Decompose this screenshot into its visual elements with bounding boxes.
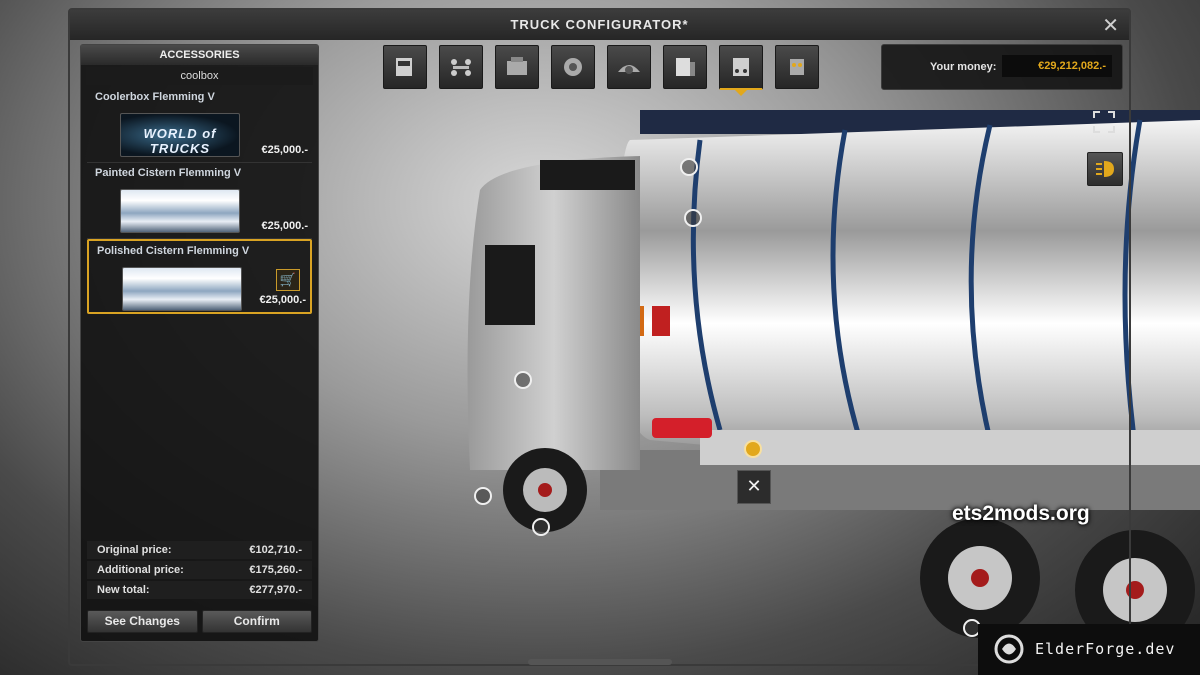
thumbnail-text: WORLD of TRUCKS [143, 126, 217, 156]
active-marker [735, 90, 747, 96]
transmission-icon[interactable] [551, 45, 595, 89]
accessory-title: Coolerbox Flemming V [95, 91, 215, 103]
hotspot[interactable] [680, 158, 698, 176]
window-title: TRUCK CONFIGURATOR* [510, 17, 689, 32]
cabin-icon[interactable] [383, 45, 427, 89]
engine-icon[interactable] [495, 45, 539, 89]
price-value: €175,260.- [249, 564, 302, 576]
action-buttons: See Changes Confirm [87, 610, 312, 633]
brand-logo-icon [994, 634, 1024, 664]
accessory-price: €25,000.- [261, 220, 308, 232]
paint-icon[interactable] [663, 45, 707, 89]
price-label: Additional price: [97, 564, 184, 576]
accessories-panel: ACCESSORIES coolbox Coolerbox Flemming V… [80, 44, 319, 642]
money-label: Your money: [930, 61, 997, 73]
category-label: coolbox [86, 67, 313, 85]
cart-icon[interactable]: 🛒 [276, 269, 300, 291]
bottom-handle [528, 659, 672, 665]
hotspot[interactable] [474, 487, 492, 505]
accessory-title: Painted Cistern Flemming V [95, 167, 242, 179]
original-price-row: Original price: €102,710.- [87, 541, 312, 559]
panel-header: ACCESSORIES [81, 45, 318, 65]
accessory-title: Polished Cistern Flemming V [97, 245, 250, 257]
accessory-price: €25,000.- [259, 294, 306, 306]
accessories-icon[interactable] [719, 45, 763, 96]
close-icon[interactable]: ✕ [1102, 13, 1119, 38]
hotspot[interactable] [532, 518, 550, 536]
price-value: €277,970.- [249, 584, 302, 596]
accessory-item-coolerbox[interactable]: Coolerbox Flemming V WORLD of TRUCKS €25… [87, 87, 312, 163]
category-toolbar [383, 45, 819, 96]
hotspot[interactable] [684, 209, 702, 227]
see-changes-button[interactable]: See Changes [87, 610, 198, 633]
new-total-row: New total: €277,970.- [87, 581, 312, 599]
cistern-thumbnail [122, 267, 242, 311]
money-display: Your money: €29,212,082.- [881, 44, 1123, 90]
lights-icon[interactable] [775, 45, 819, 89]
accessory-item-polished-cistern[interactable]: Polished Cistern Flemming V 🛒 €25,000.- [87, 239, 312, 314]
price-value: €102,710.- [249, 544, 302, 556]
accessory-price: €25,000.- [261, 144, 308, 156]
cistern-thumbnail [120, 189, 240, 233]
hotspot[interactable] [514, 371, 532, 389]
confirm-button[interactable]: Confirm [201, 610, 312, 633]
remove-accessory-button[interactable]: ✕ [737, 470, 771, 504]
fullscreen-icon[interactable] [1087, 106, 1121, 138]
brand-watermark: ElderForge.dev [978, 624, 1200, 675]
price-summary: Original price: €102,710.- Additional pr… [87, 541, 312, 601]
chassis-icon[interactable] [439, 45, 483, 89]
hotspot-selected[interactable] [744, 440, 762, 458]
additional-price-row: Additional price: €175,260.- [87, 561, 312, 579]
price-label: Original price: [97, 544, 172, 556]
brand-text: ElderForge.dev [1035, 640, 1176, 658]
accessory-item-painted-cistern[interactable]: Painted Cistern Flemming V €25,000.- [87, 163, 312, 239]
site-watermark: ets2mods.org [952, 502, 1090, 525]
headlight-icon[interactable] [1087, 152, 1123, 186]
price-label: New total: [97, 584, 150, 596]
world-of-trucks-thumbnail: WORLD of TRUCKS [120, 113, 240, 157]
money-value: €29,212,082.- [1002, 55, 1112, 77]
interior-icon[interactable] [607, 45, 651, 89]
titlebar: TRUCK CONFIGURATOR* ✕ [70, 10, 1129, 40]
